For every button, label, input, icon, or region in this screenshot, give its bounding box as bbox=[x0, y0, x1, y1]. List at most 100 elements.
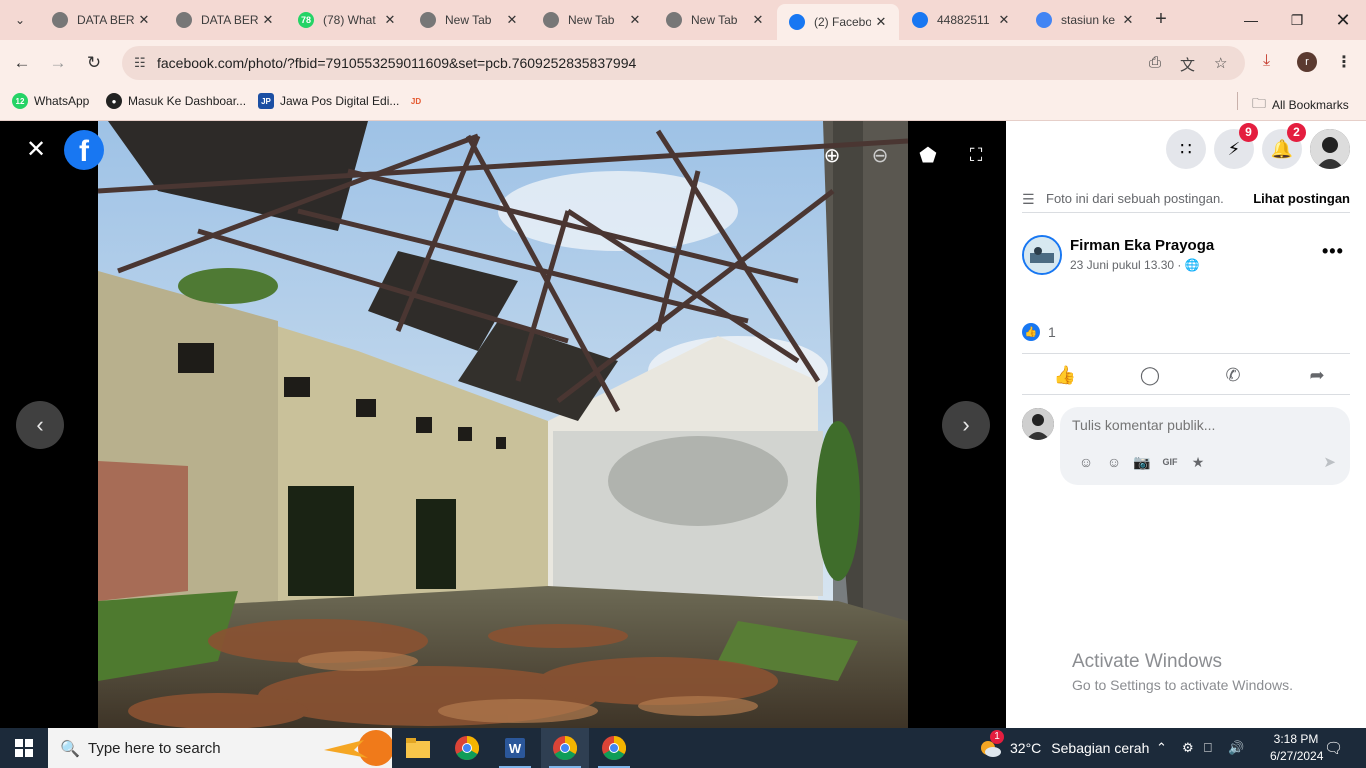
search-highlight-image bbox=[324, 730, 392, 766]
browser-tab[interactable]: New Tab ✕ bbox=[531, 4, 653, 36]
weather-widget[interactable]: 1 32°C Sebagian cerah bbox=[978, 728, 1149, 768]
tab-search-icon[interactable]: ⌄ bbox=[8, 8, 32, 32]
tab-title: New Tab bbox=[568, 13, 615, 27]
whatsapp-share-button[interactable]: ✆ bbox=[1218, 362, 1248, 388]
tab-close-icon[interactable]: ✕ bbox=[134, 12, 154, 28]
jawapos-icon: JP bbox=[258, 93, 274, 109]
show-hidden-icons[interactable]: ⌃ bbox=[1156, 728, 1167, 768]
restore-icon[interactable]: ❐ bbox=[1274, 0, 1320, 40]
close-icon[interactable]: ✕ bbox=[24, 136, 48, 163]
post-photo[interactable] bbox=[98, 121, 908, 728]
forward-icon[interactable]: → bbox=[45, 50, 71, 76]
system-clock[interactable]: 3:18 PM 6/27/2024 bbox=[1270, 731, 1323, 765]
send-icon[interactable]: ➤ bbox=[1323, 453, 1336, 471]
network-security-icon[interactable]: ⚙ bbox=[1182, 728, 1194, 768]
taskbar-search[interactable]: 🔍 Type here to search bbox=[48, 728, 392, 768]
tab-title: stasiun ke bbox=[1061, 13, 1116, 27]
browser-tab[interactable]: New Tab ✕ bbox=[408, 4, 530, 36]
notification-center-icon[interactable]: 🗨 bbox=[1324, 728, 1344, 768]
windows-taskbar: 🔍 Type here to search W 1 32°C Sebagian … bbox=[0, 728, 1366, 768]
minimize-icon[interactable]: — bbox=[1228, 0, 1274, 40]
camera-icon[interactable]: 📷 bbox=[1128, 451, 1156, 473]
new-tab-button[interactable]: + bbox=[1150, 8, 1172, 30]
translate-icon[interactable]: 文 bbox=[1180, 54, 1195, 75]
browser-tab[interactable]: (2) Facebo ✕ bbox=[777, 4, 899, 40]
tab-strip: ⌄ DATA BER ✕ DATA BER ✕ 78 (78) What ✕ New Tab ✕… bbox=[0, 0, 1366, 40]
browser-tab[interactable]: 44882511 ✕ bbox=[900, 4, 1022, 36]
next-photo-button[interactable]: › bbox=[942, 401, 990, 449]
like-button[interactable]: 👍 bbox=[1050, 362, 1080, 388]
gif-icon[interactable]: GIF bbox=[1156, 451, 1184, 473]
bookmark-whatsapp[interactable]: 12 WhatsApp bbox=[12, 93, 89, 109]
comment-input[interactable] bbox=[1072, 417, 1312, 433]
reload-icon[interactable]: ↻ bbox=[81, 50, 107, 76]
bookmark-dashboard[interactable]: ● Masuk Ke Dashboar... bbox=[106, 93, 246, 109]
folder-shape bbox=[406, 738, 430, 758]
post-timestamp[interactable]: 23 Juni pukul 13.30 · 🌐 bbox=[1070, 258, 1200, 272]
account-avatar-image bbox=[1310, 129, 1350, 169]
tab-close-icon[interactable]: ✕ bbox=[994, 12, 1014, 28]
tab-close-icon[interactable]: ✕ bbox=[502, 12, 522, 28]
previous-photo-button[interactable]: ‹ bbox=[16, 401, 64, 449]
author-avatar[interactable] bbox=[1022, 235, 1062, 275]
address-bar[interactable]: ☷ facebook.com/photo/?fbid=7910553259011… bbox=[122, 46, 1245, 80]
chrome-profile-icon[interactable] bbox=[590, 728, 638, 768]
bookmark-star-icon[interactable]: ☆ bbox=[1214, 54, 1227, 72]
wifi-icon[interactable]: ⎕ bbox=[1204, 728, 1212, 768]
commenter-avatar[interactable] bbox=[1022, 408, 1054, 440]
like-reaction-icon: 👍 bbox=[1022, 323, 1040, 341]
folder-icon: 🗀 bbox=[1252, 95, 1266, 111]
account-avatar[interactable] bbox=[1310, 129, 1350, 169]
chrome-taskbar-icon[interactable] bbox=[443, 728, 491, 768]
close-window-icon[interactable]: ✕ bbox=[1320, 0, 1366, 40]
zoom-out-icon[interactable]: ⊖ bbox=[866, 141, 894, 169]
sticker-icon[interactable]: ★ bbox=[1184, 451, 1212, 473]
avatar-sticker-icon[interactable]: ☺ bbox=[1072, 451, 1100, 473]
comment-button[interactable]: ◯ bbox=[1135, 362, 1165, 388]
more-options-icon[interactable]: ••• bbox=[1322, 241, 1344, 262]
browser-tab[interactable]: stasiun ke ✕ bbox=[1024, 4, 1146, 36]
zoom-in-icon[interactable]: ⊕ bbox=[818, 141, 846, 169]
post-actions: 👍 ◯ ✆ ➦ bbox=[1022, 353, 1350, 395]
all-bookmarks-button[interactable]: 🗀 All Bookmarks bbox=[1252, 93, 1349, 117]
tab-close-icon[interactable]: ✕ bbox=[258, 12, 278, 28]
volume-icon[interactable]: 🔊 bbox=[1228, 728, 1244, 768]
file-explorer-icon[interactable] bbox=[394, 728, 442, 768]
browser-tab[interactable]: DATA BER ✕ bbox=[164, 4, 286, 36]
browser-tab[interactable]: 78 (78) What ✕ bbox=[286, 4, 408, 36]
fullscreen-icon[interactable]: ⛶ bbox=[962, 141, 990, 169]
chrome-logo bbox=[455, 736, 479, 760]
site-info-icon[interactable]: ☷ bbox=[134, 55, 146, 71]
profile-avatar[interactable]: r bbox=[1297, 52, 1317, 72]
menu-grid-icon[interactable]: ∷ bbox=[1166, 129, 1206, 169]
url-text[interactable]: facebook.com/photo/?fbid=791055325901160… bbox=[157, 55, 636, 71]
ruined-building-photo bbox=[98, 121, 908, 728]
chrome-active-window-icon[interactable] bbox=[541, 728, 589, 768]
tag-icon[interactable]: ⬟ bbox=[914, 141, 942, 169]
tab-title: (2) Facebo bbox=[814, 15, 871, 29]
bookmark-jd[interactable]: JD bbox=[408, 93, 430, 109]
tab-close-icon[interactable]: ✕ bbox=[871, 14, 891, 30]
back-icon[interactable]: ← bbox=[9, 50, 35, 76]
share-button[interactable]: ➦ bbox=[1302, 362, 1332, 388]
word-icon[interactable]: W bbox=[491, 728, 539, 768]
emoji-icon[interactable]: ☺ bbox=[1100, 451, 1128, 473]
tab-close-icon[interactable]: ✕ bbox=[380, 12, 400, 28]
browser-tab[interactable]: New Tab ✕ bbox=[654, 4, 776, 36]
install-app-icon[interactable]: ⎙ bbox=[1149, 54, 1161, 71]
author-name[interactable]: Firman Eka Prayoga bbox=[1070, 237, 1214, 254]
reaction-count[interactable]: 👍 1 bbox=[1022, 323, 1056, 341]
tab-close-icon[interactable]: ✕ bbox=[1118, 12, 1138, 28]
facebook-logo-icon[interactable]: f bbox=[64, 130, 104, 170]
browser-tab[interactable]: DATA BER ✕ bbox=[40, 4, 162, 36]
menu-icon[interactable]: ⋮ bbox=[1336, 52, 1352, 72]
start-button[interactable] bbox=[0, 728, 48, 768]
tab-close-icon[interactable]: ✕ bbox=[748, 12, 768, 28]
word-logo: W bbox=[505, 738, 525, 758]
download-icon[interactable]: ⤓ bbox=[1263, 52, 1270, 70]
tab-close-icon[interactable]: ✕ bbox=[625, 12, 645, 28]
bookmark-jawapos[interactable]: JP Jawa Pos Digital Edi... bbox=[258, 93, 399, 109]
chrome-icon bbox=[176, 12, 192, 28]
tab-title: New Tab bbox=[445, 13, 492, 27]
view-post-link[interactable]: Lihat postingan bbox=[1253, 191, 1350, 206]
